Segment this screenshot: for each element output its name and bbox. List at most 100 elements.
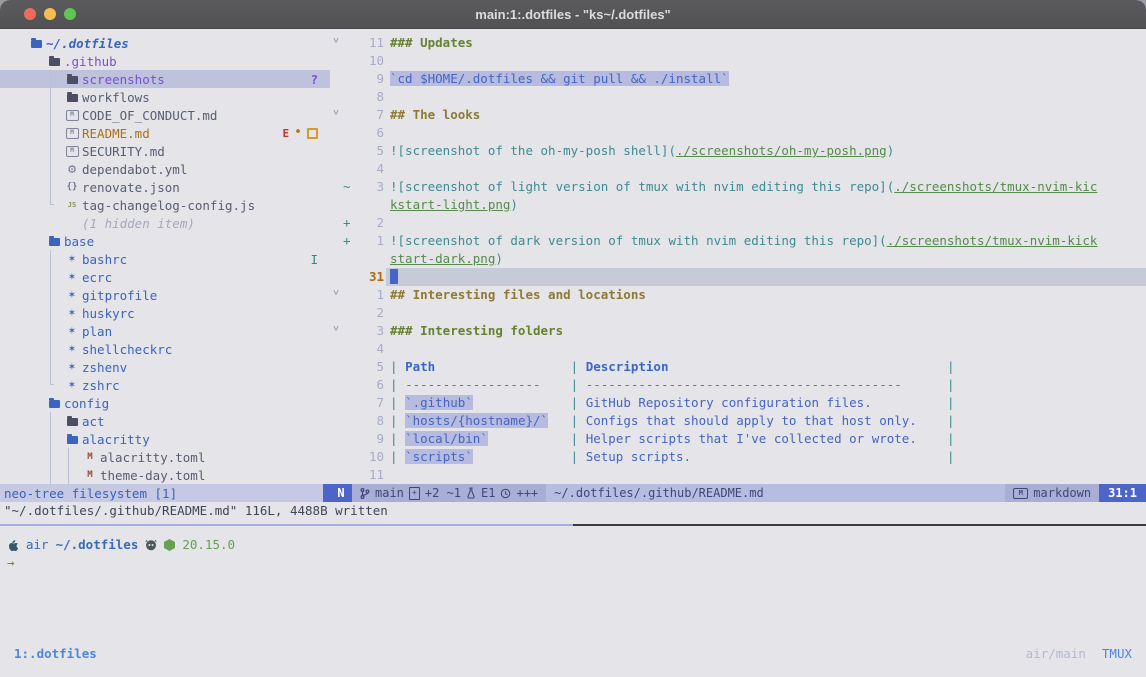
line-text: | `.github` | GitHub Repository configur… [390, 395, 954, 410]
editor-line[interactable]: 5| Path | Description | [330, 358, 1146, 376]
line-number: 2 [346, 215, 384, 230]
md-pad-segment [917, 431, 947, 446]
md-pipe-segment: | [571, 395, 586, 410]
tree-item-github[interactable]: .github [0, 52, 330, 70]
tree-item-label: huskyrc [82, 306, 135, 321]
line-text: start-dark.png) [390, 251, 503, 266]
star-icon: ✶ [64, 380, 80, 391]
editor-line[interactable]: 10| `scripts` | Setup scripts. | [330, 448, 1146, 466]
line-number: 8 [346, 89, 384, 104]
editor-line[interactable]: 8 [330, 88, 1146, 106]
editor-line[interactable]: 2 [330, 304, 1146, 322]
indent-guide [50, 412, 51, 484]
indent-guide [68, 448, 69, 484]
clock-icon [500, 488, 511, 499]
editor-line[interactable]: 5![screenshot of the oh-my-posh shell](.… [330, 142, 1146, 160]
editor-line[interactable]: ~3![screenshot of light version of tmux … [330, 178, 1146, 196]
editor-line[interactable]: 11 [330, 466, 1146, 484]
fold-chevron-icon[interactable]: v [333, 108, 339, 116]
md-desc-segment: Setup scripts. [586, 449, 691, 464]
editor-line[interactable]: v7## The looks [330, 106, 1146, 124]
vim-statusline: N main + +2 ~1 E1 +++ ~/.dotfiles/.githu… [330, 484, 1146, 502]
tree-item-label: screenshots [82, 72, 165, 87]
line-number: 6 [346, 125, 384, 140]
markdown-icon: M [1013, 488, 1028, 499]
tree-item-label: workflows [82, 90, 150, 105]
editor-line[interactable]: 9`cd $HOME/.dotfiles && git pull && ./in… [330, 70, 1146, 88]
nvim-area: ~/.dotfiles.github screenshots? workflows M… [0, 28, 1146, 524]
star-icon: ✶ [64, 326, 80, 337]
editor-line[interactable]: 8| `hosts/{hostname}/` | Configs that sh… [330, 412, 1146, 430]
tmux-window-label[interactable]: 1:.dotfiles [14, 646, 97, 661]
md-code-segment: `cd $HOME/.dotfiles && git pull && ./ins… [390, 71, 729, 86]
md-url-segment: ./screenshots/oh-my-posh.png [676, 143, 887, 158]
line-text: ### Updates [390, 35, 473, 50]
line-number: 6 [346, 377, 384, 392]
folder-blue-icon [64, 435, 80, 444]
line-number: 5 [346, 143, 384, 158]
file-path: ~/.dotfiles/.github/README.md [546, 484, 1005, 502]
tree-item-base[interactable]: base [0, 232, 330, 250]
tree-item-config[interactable]: config [0, 394, 330, 412]
prompt-cwd: ~/.dotfiles [56, 537, 139, 552]
line-number: 1 [346, 287, 384, 302]
fold-chevron-icon[interactable]: v [333, 36, 339, 44]
flask-icon [466, 487, 476, 499]
editor-line[interactable]: +1![screenshot of dark version of tmux w… [330, 232, 1146, 250]
window-title: main:1:.dotfiles - "ks~/.dotfiles" [475, 7, 670, 22]
md-pipe-segment: | [390, 377, 405, 392]
tree-item-badges: E• [283, 127, 318, 140]
editor-line[interactable]: 4 [330, 160, 1146, 178]
md-th-segment: Description [586, 359, 669, 374]
tree-item-label: base [64, 234, 94, 249]
editor-line[interactable]: 7 | `.github` | GitHub Repository configu… [330, 394, 1146, 412]
editor-line[interactable]: 6| ------------------ | ----------------… [330, 376, 1146, 394]
star-icon: ✶ [64, 272, 80, 283]
fold-chevron-icon[interactable]: v [333, 288, 339, 296]
close-window-button[interactable] [24, 8, 36, 20]
line-number: 3 [346, 323, 384, 338]
apple-icon [7, 538, 19, 552]
editor-line[interactable]: 31 [330, 268, 1146, 286]
editor-line[interactable]: v1## Interesting files and locations [330, 286, 1146, 304]
tree-item-label: (1 hidden item) [82, 216, 195, 231]
md-pipe-segment: | [947, 449, 955, 464]
modified-dot-badge: • [294, 128, 302, 138]
tree-item-label: CODE_OF_CONDUCT.md [82, 108, 217, 123]
star-icon: ✶ [64, 362, 80, 373]
md-pipe-segment: | [571, 359, 586, 374]
line-number: 7 [346, 395, 384, 410]
minimize-window-button[interactable] [44, 8, 56, 20]
window-separator-block [323, 484, 330, 502]
tmux-badge: TMUX [1102, 646, 1132, 661]
tree-item-badges: ? [310, 72, 318, 87]
toml-icon: M [82, 470, 98, 480]
zoom-window-button[interactable] [64, 8, 76, 20]
tree-item-1-hidden-item[interactable]: (1 hidden item) [0, 214, 330, 232]
tmux-session-name: air/main [1026, 646, 1086, 661]
tree-item-label: tag-changelog-config.js [82, 198, 255, 213]
tree-item-dotfiles[interactable]: ~/.dotfiles [0, 34, 330, 52]
md-h2-segment: ## The looks [390, 107, 480, 122]
md-pipe-segment: | [390, 449, 405, 464]
editor-line[interactable]: +2 [330, 214, 1146, 232]
tree-item-label: SECURITY.md [82, 144, 165, 159]
shell-pane[interactable]: air ~/.dotfiles 20.15.0 → [0, 526, 1146, 644]
editor-line[interactable]: start-dark.png) [330, 250, 1146, 268]
tree-item-label: plan [82, 324, 112, 339]
editor-line[interactable]: v11### Updates [330, 34, 1146, 52]
folder-blue-icon [46, 399, 62, 408]
tree-item-label: alacritty [82, 432, 150, 447]
editor-line[interactable]: 6 [330, 124, 1146, 142]
diagnostics-count: E1 [481, 486, 495, 500]
editor-line[interactable]: 4 [330, 340, 1146, 358]
editor-line[interactable]: v3### Interesting folders [330, 322, 1146, 340]
md-pipe-segment: | [947, 413, 955, 428]
fold-chevron-icon[interactable]: v [333, 324, 339, 332]
github-icon [145, 539, 157, 551]
filetype-label: markdown [1033, 486, 1091, 500]
editor-line[interactable]: 10 [330, 52, 1146, 70]
editor-line[interactable]: 9| `local/bin` | Helper scripts that I'v… [330, 430, 1146, 448]
editor-line[interactable]: kstart-light.png) [330, 196, 1146, 214]
terminal-window: main:1:.dotfiles - "ks~/.dotfiles" ~/.do… [0, 0, 1146, 677]
